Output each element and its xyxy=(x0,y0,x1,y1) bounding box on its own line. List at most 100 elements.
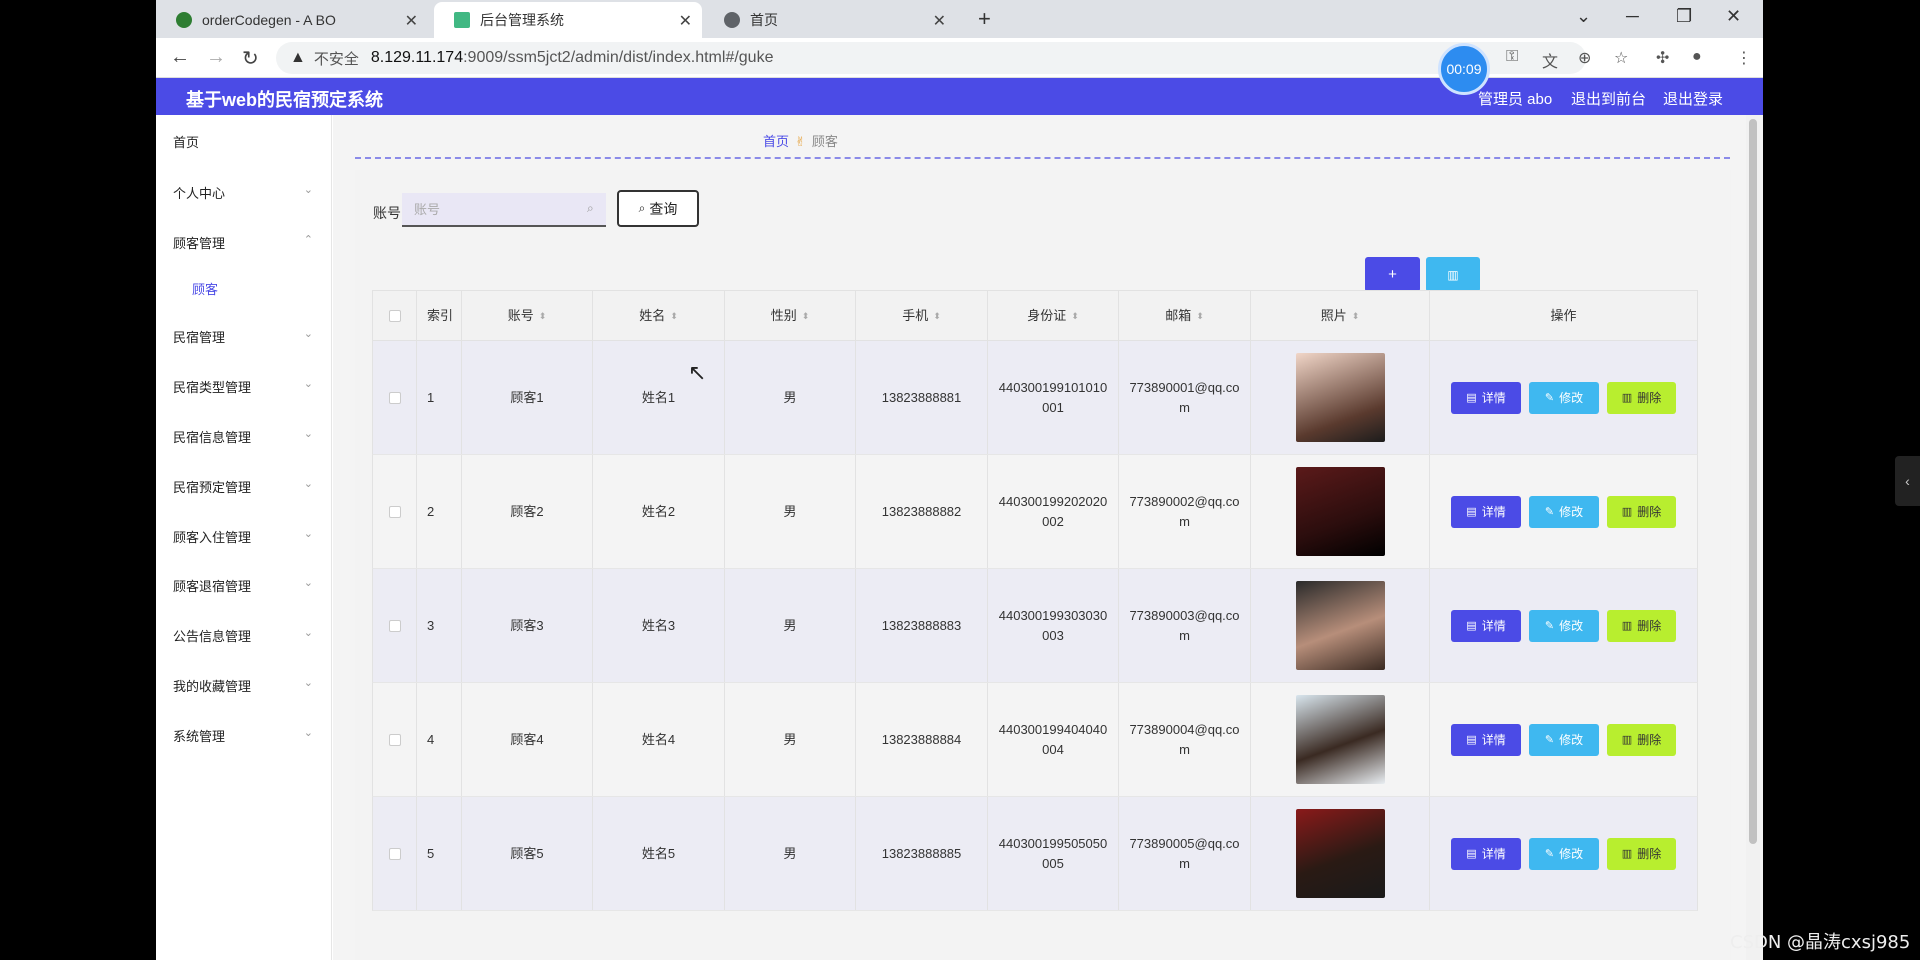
sidebar-item-homestay[interactable]: 民宿管理 ⌄ xyxy=(173,327,313,346)
header-sex[interactable]: 性别 ⬍ xyxy=(725,291,856,340)
delete-button[interactable]: ▥ 删除 xyxy=(1607,609,1676,642)
detail-button[interactable]: ▤ 详情 xyxy=(1451,381,1521,414)
query-button[interactable]: ⌕ 查询 xyxy=(617,190,699,227)
logout-link[interactable]: 退出登录 xyxy=(1663,88,1723,109)
profile-icon[interactable]: ● xyxy=(1692,48,1702,66)
row-select-cell[interactable] xyxy=(373,455,417,568)
close-window-icon[interactable]: ✕ xyxy=(1726,6,1741,27)
minimize-icon[interactable]: ─ xyxy=(1626,6,1639,27)
row-select-cell[interactable] xyxy=(373,797,417,910)
detail-button[interactable]: ▤ 详情 xyxy=(1451,837,1521,870)
extensions-icon[interactable]: ✣ xyxy=(1656,48,1669,68)
edit-button[interactable]: ✎ 修改 xyxy=(1529,381,1599,414)
exit-to-frontend-link[interactable]: 退出到前台 xyxy=(1571,88,1646,109)
header-select-all[interactable] xyxy=(373,291,417,340)
sidebar-item-homestay-info[interactable]: 民宿信息管理 ⌄ xyxy=(173,427,313,446)
cell-photo xyxy=(1251,797,1430,910)
sidebar-item-home[interactable]: 首页 xyxy=(173,132,313,151)
delete-button[interactable]: ▥ 删除 xyxy=(1607,723,1676,756)
header-email[interactable]: 邮箱 ⬍ xyxy=(1119,291,1251,340)
new-tab-button[interactable]: + xyxy=(978,6,991,32)
checkbox[interactable] xyxy=(388,309,401,322)
customer-photo[interactable] xyxy=(1295,581,1385,670)
close-tab-icon[interactable]: ✕ xyxy=(405,11,418,31)
row-select-cell[interactable] xyxy=(373,569,417,682)
sort-icon[interactable]: ⬍ xyxy=(539,306,547,326)
delete-button[interactable]: ▥ 删除 xyxy=(1607,495,1676,528)
sidebar-item-system[interactable]: 系统管理 ⌄ xyxy=(173,726,313,745)
browser-tab-home[interactable]: 首页 ✕ xyxy=(704,2,956,38)
reload-button[interactable]: ↻ xyxy=(242,46,259,71)
back-button[interactable]: ← xyxy=(170,46,190,69)
customer-photo[interactable] xyxy=(1295,695,1385,784)
address-bar[interactable]: ▲ 不安全 8.129.11.174 :9009/ssm5jct2/admin/… xyxy=(276,42,1586,74)
key-icon[interactable]: ⚿ xyxy=(1506,48,1518,66)
sidebar-item-booking[interactable]: 民宿预定管理 ⌄ xyxy=(173,477,313,496)
search-input[interactable] xyxy=(402,193,606,227)
checkbox[interactable] xyxy=(388,505,401,518)
restore-icon[interactable]: ❐ xyxy=(1676,6,1692,27)
sidebar-item-announcement[interactable]: 公告信息管理 ⌄ xyxy=(173,626,313,645)
watermark: CSDN @晶涛cxsj985 xyxy=(1730,932,1911,953)
sidebar-item-favorites[interactable]: 我的收藏管理 ⌄ xyxy=(173,676,313,695)
forward-button[interactable]: → xyxy=(206,46,226,69)
checkbox[interactable] xyxy=(388,391,401,404)
checkbox[interactable] xyxy=(388,733,401,746)
globe-icon xyxy=(724,12,740,28)
batch-delete-button[interactable]: ▥ xyxy=(1426,257,1480,292)
edit-button[interactable]: ✎ 修改 xyxy=(1529,837,1599,870)
cell-photo xyxy=(1251,569,1430,682)
header-account[interactable]: 账号 ⬍ xyxy=(462,291,593,340)
scrollbar-thumb[interactable] xyxy=(1749,119,1757,844)
header-phone[interactable]: 手机 ⬍ xyxy=(856,291,988,340)
document-icon: ▤ xyxy=(1466,847,1477,860)
sidebar-item-checkin[interactable]: 顾客入住管理 ⌄ xyxy=(173,527,313,546)
delete-button[interactable]: ▥ 删除 xyxy=(1607,381,1676,414)
edit-button[interactable]: ✎ 修改 xyxy=(1529,723,1599,756)
customer-photo[interactable] xyxy=(1295,809,1385,898)
delete-button[interactable]: ▥ 删除 xyxy=(1607,837,1676,870)
header-name[interactable]: 姓名 ⬍ xyxy=(593,291,725,340)
row-select-cell[interactable] xyxy=(373,683,417,796)
row-select-cell[interactable] xyxy=(373,341,417,454)
add-button[interactable]: + xyxy=(1365,257,1420,292)
header-id-card[interactable]: 身份证 ⬍ xyxy=(988,291,1119,340)
checkbox[interactable] xyxy=(388,847,401,860)
menu-icon[interactable]: ⋮ xyxy=(1736,48,1752,68)
edit-button-label: 修改 xyxy=(1559,390,1584,405)
sort-icon[interactable]: ⬍ xyxy=(670,306,678,326)
page-scrollbar[interactable] xyxy=(1746,115,1760,960)
sort-icon[interactable]: ⬍ xyxy=(1352,306,1360,326)
browser-tab-ordercodegen[interactable]: orderCodegen - A BO ✕ xyxy=(156,2,428,38)
sidebar-item-checkout[interactable]: 顾客退宿管理 ⌄ xyxy=(173,576,313,595)
close-tab-icon[interactable]: ✕ xyxy=(679,11,692,31)
customer-photo[interactable] xyxy=(1295,353,1385,442)
side-collapse-tab[interactable]: ‹ xyxy=(1895,456,1920,506)
cell-account: 顾客1 xyxy=(462,341,593,454)
detail-button[interactable]: ▤ 详情 xyxy=(1451,723,1521,756)
table-header: 索引 账号 ⬍ 姓名 ⬍ 性别 ⬍ 手机 ⬍ 身份证 ⬍ 邮箱 ⬍ 照片 ⬍ 操作 xyxy=(372,290,1698,341)
checkbox[interactable] xyxy=(388,619,401,632)
customer-photo[interactable] xyxy=(1295,467,1385,556)
sidebar-item-homestay-type[interactable]: 民宿类型管理 ⌄ xyxy=(173,377,313,396)
sidebar-subitem-customer[interactable]: 顾客 xyxy=(192,279,218,298)
sort-icon[interactable]: ⬍ xyxy=(1196,306,1204,326)
close-tab-icon[interactable]: ✕ xyxy=(933,11,946,31)
header-photo[interactable]: 照片 ⬍ xyxy=(1251,291,1430,340)
sort-icon[interactable]: ⬍ xyxy=(802,306,810,326)
detail-button[interactable]: ▤ 详情 xyxy=(1451,609,1521,642)
tab-search-icon[interactable]: ⌄ xyxy=(1576,6,1591,27)
sort-icon[interactable]: ⬍ xyxy=(1071,306,1079,326)
zoom-icon[interactable]: ⊕ xyxy=(1578,48,1591,68)
star-icon[interactable]: ☆ xyxy=(1614,48,1628,68)
browser-tab-admin[interactable]: 后台管理系统 ✕ xyxy=(434,2,702,38)
mouse-cursor-icon: ↖ xyxy=(688,360,707,385)
edit-button[interactable]: ✎ 修改 xyxy=(1529,609,1599,642)
sidebar-item-customers[interactable]: 顾客管理 ⌃ xyxy=(173,233,313,252)
sort-icon[interactable]: ⬍ xyxy=(933,306,941,326)
edit-button[interactable]: ✎ 修改 xyxy=(1529,495,1599,528)
translate-icon[interactable]: 文 xyxy=(1542,48,1558,72)
breadcrumb-home[interactable]: 首页 xyxy=(763,134,789,149)
detail-button[interactable]: ▤ 详情 xyxy=(1451,495,1521,528)
sidebar-item-profile[interactable]: 个人中心 ⌄ xyxy=(173,183,313,202)
